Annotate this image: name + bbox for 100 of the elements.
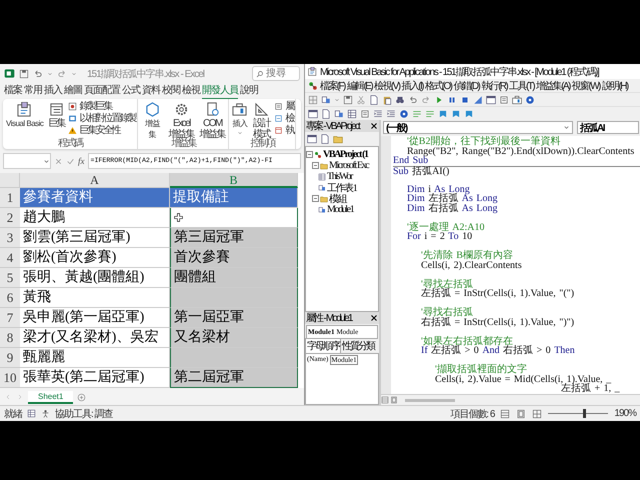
module-icon[interactable] (334, 108, 344, 118)
ribbon-tab[interactable]: 校閱 (162, 82, 180, 100)
menu-item[interactable]: 檢視(V) (374, 78, 400, 92)
tree-item[interactable]: Module1 (306, 204, 378, 215)
ribbon-button[interactable]: Visual Basic (5, 101, 44, 130)
insert-module-icon[interactable] (321, 94, 331, 104)
search-field[interactable]: 搜尋 (252, 66, 300, 81)
procedure-dropdown[interactable]: 括弧AI (577, 121, 639, 134)
ribbon-button[interactable]: 巨集 (47, 101, 66, 130)
ribbon-tab[interactable]: 檢視 (182, 82, 200, 100)
slider-thumb[interactable] (583, 409, 586, 418)
properties-icon[interactable] (360, 108, 370, 118)
tree-item[interactable]: 模組 (306, 193, 378, 204)
ribbon-tab[interactable]: 繪圖 (64, 82, 82, 100)
sheet-tab[interactable]: Sheet1 (28, 390, 74, 404)
stop-icon[interactable] (460, 94, 470, 104)
page-layout-icon[interactable] (516, 408, 526, 418)
menu-item[interactable]: 偵錯(D) (453, 78, 480, 92)
toolbox-icon[interactable] (512, 94, 522, 104)
page-break-icon[interactable] (532, 408, 542, 418)
ribbon-tab[interactable]: 常用 (24, 82, 42, 100)
expander-icon[interactable] (312, 195, 319, 202)
row-header[interactable]: 6 (0, 288, 20, 308)
row-header[interactable]: 2 (0, 208, 20, 228)
row-header[interactable]: 10 (0, 368, 20, 388)
close-icon[interactable] (370, 122, 378, 130)
procedure-view-icon[interactable] (381, 396, 389, 404)
menu-item[interactable]: 檔案(F) (320, 78, 345, 92)
tree-item[interactable]: ThisWor (306, 171, 378, 182)
close-icon[interactable] (370, 314, 378, 322)
properties-tab[interactable]: 字母順序 (305, 338, 341, 353)
design-mode-icon[interactable] (473, 94, 483, 104)
accessibility-status[interactable]: 協助工具: 調查 (55, 406, 113, 420)
paste-icon[interactable] (382, 94, 392, 104)
spreadsheet-view-icon[interactable] (308, 94, 318, 104)
function-button[interactable]: fx (78, 156, 84, 166)
next-bookmark-icon[interactable] (451, 108, 461, 118)
tree-item[interactable]: Microsoft Exc (306, 160, 378, 171)
bookmark-icon[interactable] (438, 108, 448, 118)
menu-item[interactable]: 插入(I) (401, 78, 423, 92)
ribbon-button[interactable]: 執 (274, 125, 294, 136)
ribbon-button[interactable]: 巨集安全性 (68, 125, 136, 136)
row-header[interactable]: 9 (0, 348, 20, 368)
ribbon-tab[interactable]: 頁面配置 (84, 82, 120, 100)
menu-item[interactable]: 執行(R) (481, 78, 508, 92)
ribbon-button[interactable]: 屬 (274, 101, 294, 112)
row-header[interactable]: 3 (0, 228, 20, 248)
project-explorer-icon[interactable] (486, 94, 496, 104)
ribbon-button[interactable]: 檢 (274, 113, 294, 124)
redo-icon[interactable] (57, 68, 67, 78)
normal-view-icon[interactable] (500, 408, 510, 418)
module-view-icon[interactable] (390, 396, 398, 404)
object-dropdown[interactable]: (一般) (383, 121, 573, 134)
add-sheet-icon[interactable] (77, 392, 86, 402)
scrollbar-thumb[interactable] (405, 398, 455, 402)
expander-icon[interactable] (312, 162, 319, 169)
cancel-icon[interactable] (54, 156, 63, 166)
folder-icon[interactable] (333, 134, 343, 144)
indent-icon[interactable] (373, 108, 383, 118)
previous-bookmark-icon[interactable] (464, 108, 474, 118)
properties-tab[interactable]: 性質分類 (341, 339, 375, 353)
ribbon-button[interactable]: 增益集 (140, 101, 164, 141)
find-icon[interactable] (395, 94, 405, 104)
sheet-icon[interactable] (347, 108, 357, 118)
menu-item[interactable]: 說明(H) (602, 78, 628, 92)
ribbon-tab[interactable]: 公式 (122, 82, 140, 100)
menu-item[interactable]: 增益集(A) (536, 78, 570, 92)
ribbon-button[interactable]: 以相對位置錄製 (68, 113, 136, 124)
run-icon[interactable] (434, 94, 444, 104)
ribbon-button[interactable]: 插入 (231, 101, 248, 137)
ribbon-button[interactable]: COM 增益集 (198, 101, 226, 141)
pause-icon[interactable] (447, 94, 457, 104)
ribbon-button[interactable]: 錄製巨集 (68, 101, 136, 112)
tree-item[interactable]: 工作表1 (306, 182, 378, 193)
outdent-icon[interactable] (386, 108, 396, 118)
ribbon-tab[interactable]: 插入 (44, 82, 62, 100)
tree-item[interactable]: VBAProject (1 (306, 149, 378, 160)
save-icon[interactable] (343, 94, 353, 104)
column-header[interactable]: A (20, 173, 170, 188)
properties-icon[interactable] (499, 94, 509, 104)
expander-icon[interactable] (306, 151, 313, 158)
view-code-icon[interactable] (307, 134, 317, 144)
undo-icon[interactable] (33, 68, 43, 78)
row-header[interactable]: 1 (0, 188, 20, 208)
menu-item[interactable]: 格式(O) (424, 78, 452, 92)
row-header[interactable]: 5 (0, 268, 20, 288)
ribbon-tab[interactable]: 資料 (142, 82, 160, 100)
window-icon[interactable] (308, 108, 318, 118)
view-object-icon[interactable] (320, 134, 330, 144)
ribbon-tab[interactable]: 檔案 (4, 82, 22, 100)
copy-icon[interactable] (369, 94, 379, 104)
undo-icon[interactable] (408, 94, 418, 104)
row-header[interactable]: 4 (0, 248, 20, 268)
menu-item[interactable]: 編輯(E) (346, 78, 372, 92)
menu-item[interactable]: 視窗(W) (572, 78, 600, 92)
row-header[interactable]: 8 (0, 328, 20, 348)
menu-item[interactable]: 工具(T) (509, 78, 534, 92)
save-icon[interactable] (19, 68, 29, 78)
row-header[interactable]: 7 (0, 308, 20, 328)
search-input[interactable]: 搜尋 (266, 68, 292, 79)
